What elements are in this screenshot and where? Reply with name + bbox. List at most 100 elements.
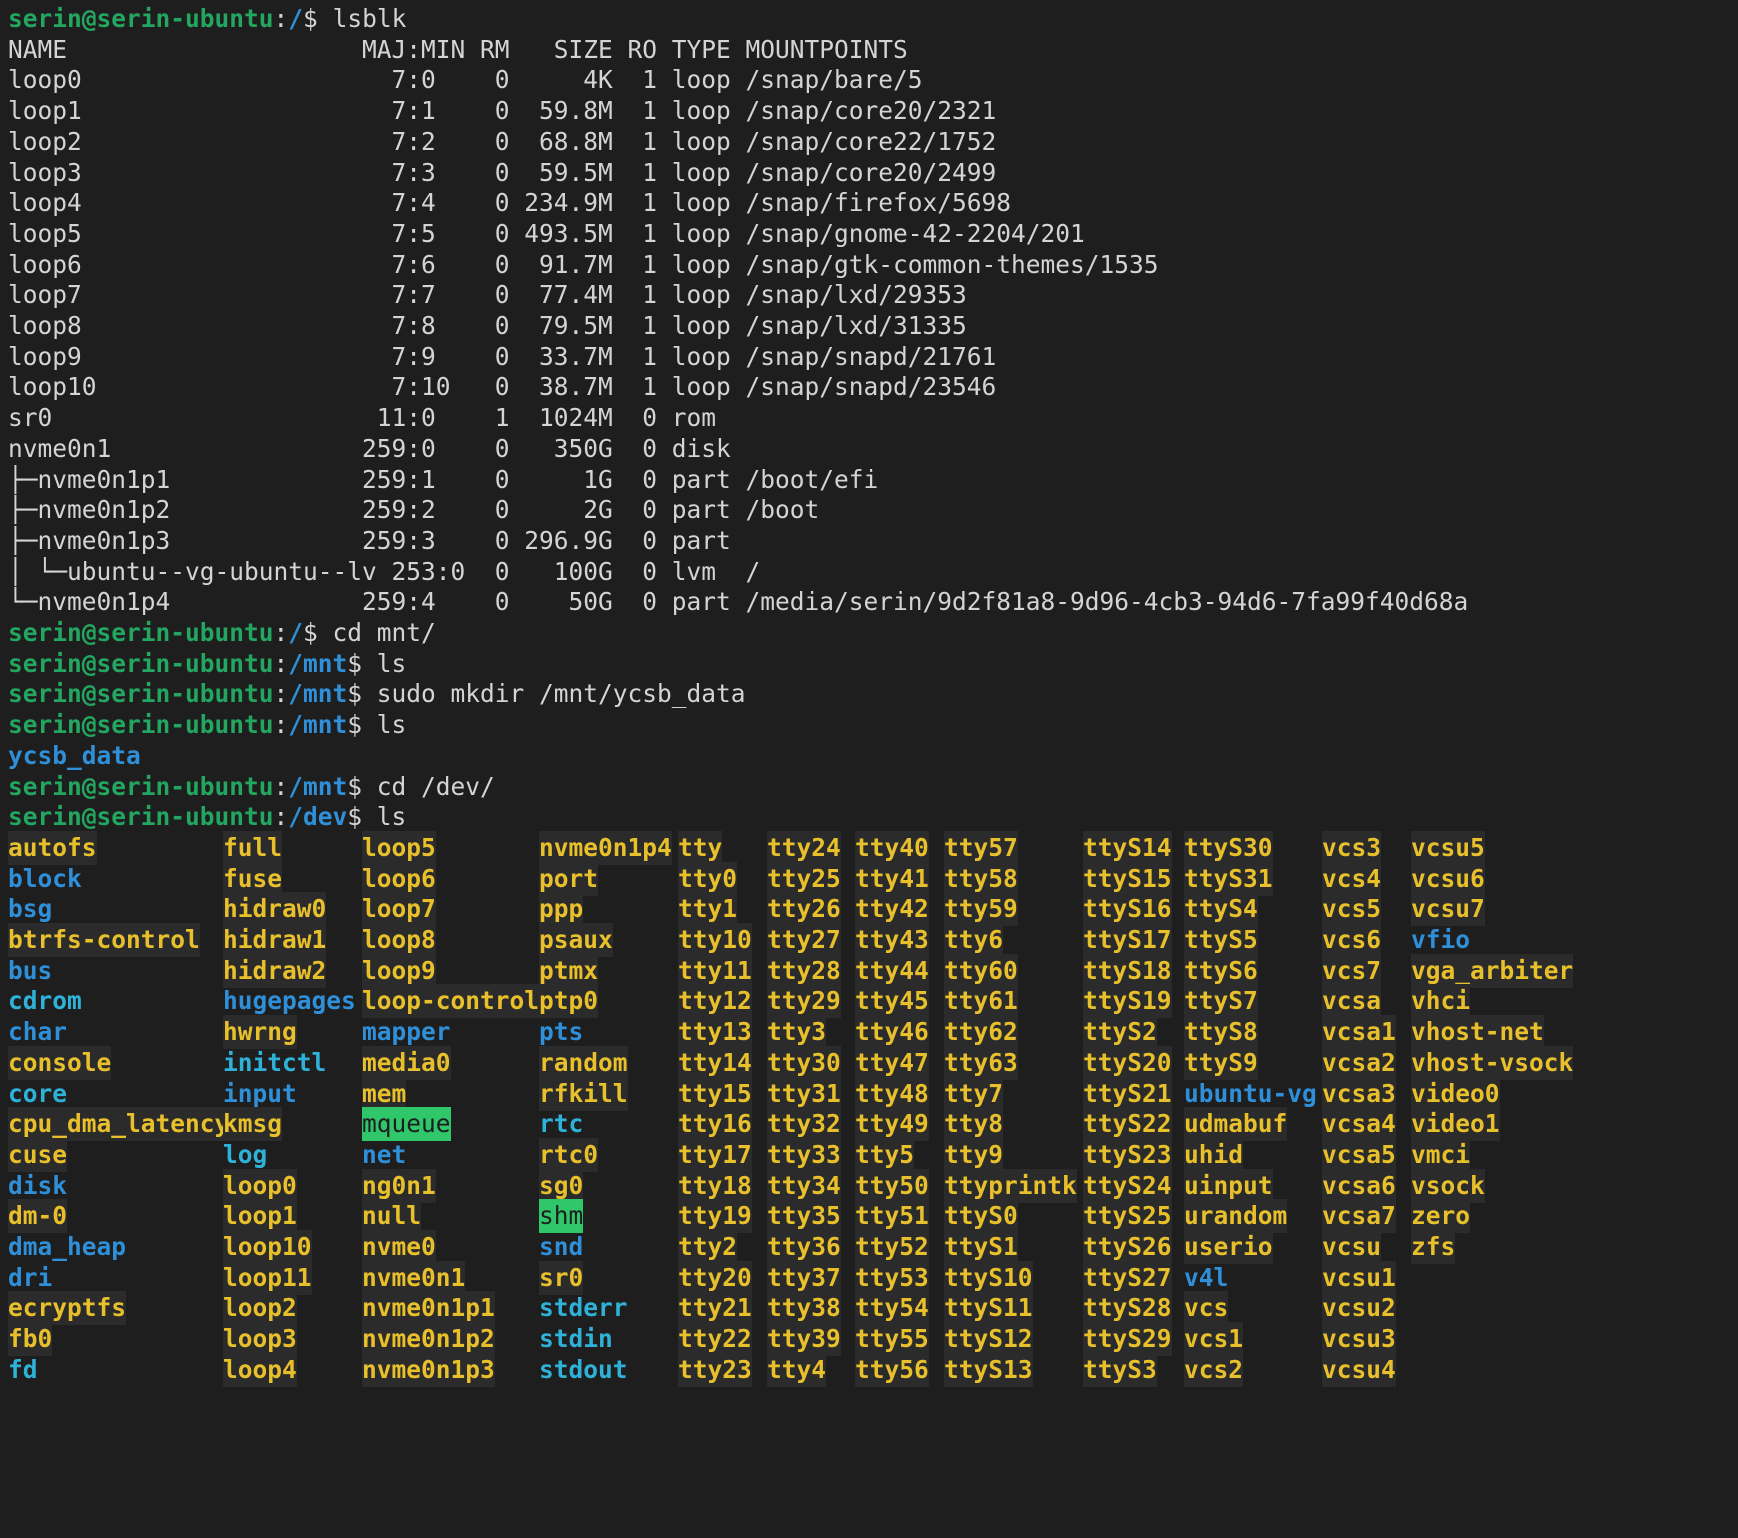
- dev-entry: tty47: [855, 1045, 929, 1080]
- prompt-user-host: serin@serin-ubuntu: [8, 710, 274, 740]
- dev-entry: tty42: [855, 892, 929, 927]
- dev-entry: tty21: [678, 1291, 752, 1326]
- dev-entry: shm: [539, 1199, 584, 1234]
- dev-entry: nvme0n1: [362, 1260, 466, 1295]
- dev-entry: ttyS29: [1083, 1322, 1172, 1357]
- dev-entry: vcsa7: [1322, 1199, 1396, 1234]
- lsblk-row: loop2 7:2 0 68.8M 1 loop /snap/core22/17…: [8, 126, 997, 156]
- dev-entry: loop0: [223, 1168, 297, 1203]
- dev-entry: tty5: [855, 1137, 915, 1172]
- dev-entry: tty13: [678, 1015, 752, 1050]
- dev-entry: tty36: [767, 1230, 841, 1264]
- dev-entry: kmsg: [223, 1107, 283, 1142]
- prompt-user-host: serin@serin-ubuntu: [8, 802, 274, 832]
- dev-entry: tty32: [767, 1107, 841, 1142]
- dev-entry: vcsa5: [1322, 1137, 1396, 1172]
- dev-entry: ttyS14: [1083, 830, 1172, 865]
- dev-entry: ttyS1: [944, 1230, 1018, 1264]
- dev-entry: tty6: [944, 923, 1004, 957]
- dev-entry: tty34: [767, 1168, 841, 1203]
- dev-entry: loop1: [223, 1199, 297, 1234]
- dev-entry: vcsu6: [1411, 861, 1485, 896]
- dev-entry: tty18: [678, 1168, 752, 1203]
- dev-entry: hwrng: [223, 1015, 297, 1050]
- dev-entry: vcsa: [1322, 984, 1382, 1019]
- dev-entry: ttyS17: [1083, 923, 1172, 957]
- terminal-window[interactable]: serin@serin-ubuntu:/$ lsblk NAME MAJ:MIN…: [0, 0, 1738, 1538]
- prompt-user-host: serin@serin-ubuntu: [8, 679, 274, 709]
- dev-entry: vcsa2: [1322, 1045, 1396, 1080]
- prompt-path: /mnt: [288, 771, 348, 801]
- dev-entry: disk: [8, 1170, 68, 1200]
- prompt-path: /: [288, 618, 304, 647]
- lsblk-row: sr0 11:0 1 1024M 0 rom: [8, 403, 717, 433]
- dev-entry: zfs: [1411, 1230, 1456, 1264]
- lsblk-row: loop3 7:3 0 59.5M 1 loop /snap/core20/24…: [8, 157, 997, 187]
- dev-entry: pts: [539, 1017, 584, 1047]
- prompt-path: /mnt: [288, 710, 348, 740]
- dev-entry: vmci: [1411, 1137, 1471, 1172]
- dev-entry: fuse: [223, 861, 283, 896]
- lsblk-row: loop1 7:1 0 59.8M 1 loop /snap/core20/23…: [8, 96, 997, 126]
- lsblk-header: NAME MAJ:MIN RM SIZE RO TYPE MOUNTPOINTS: [8, 35, 908, 64]
- dev-entry: vcsu: [1322, 1230, 1382, 1264]
- dev-entry: vfio: [1411, 925, 1471, 954]
- dev-entry: mapper: [362, 1017, 451, 1047]
- dev-entry: log: [223, 1139, 268, 1169]
- dev-entry: loop11: [223, 1260, 312, 1295]
- command-text: $ ls: [347, 802, 407, 832]
- dev-entry: ttyS28: [1083, 1291, 1172, 1326]
- dev-entry: ttyS21: [1083, 1076, 1172, 1111]
- dev-entry: cdrom: [8, 986, 82, 1016]
- dev-entry: bsg: [8, 894, 53, 924]
- dev-entry: tty16: [678, 1107, 752, 1142]
- lsblk-row: ├─nvme0n1p2 259:2 0 2G 0 part /boot: [8, 495, 820, 525]
- lsblk-row: └─nvme0n1p4 259:4 0 50G 0 part /media/se…: [8, 587, 1469, 617]
- lsblk-row: loop7 7:7 0 77.4M 1 loop /snap/lxd/29353: [8, 280, 967, 310]
- dev-entry: tty38: [767, 1291, 841, 1326]
- dev-entry: ttyS10: [944, 1260, 1033, 1295]
- dev-entry: rtc: [539, 1109, 584, 1139]
- dev-entry: tty50: [855, 1168, 929, 1203]
- dev-entry: loop6: [362, 861, 436, 896]
- dev-entry: dm-0: [8, 1199, 68, 1234]
- dev-entry: ptp0: [539, 984, 599, 1019]
- dev-entry: ttyS9: [1184, 1045, 1258, 1080]
- lsblk-row: loop8 7:8 0 79.5M 1 loop /snap/lxd/31335: [8, 311, 967, 340]
- dev-entry: tty7: [944, 1076, 1004, 1111]
- dev-entry: tty45: [855, 984, 929, 1019]
- dev-entry: tty8: [944, 1107, 1004, 1142]
- dev-entry: loop3: [223, 1322, 297, 1357]
- lsblk-row: ├─nvme0n1p1 259:1 0 1G 0 part /boot/efi: [8, 464, 879, 494]
- dev-entry: dma_heap: [8, 1232, 127, 1261]
- dev-entry: vcs: [1184, 1291, 1229, 1326]
- dev-entry: rtc0: [539, 1137, 599, 1172]
- dev-entry: autofs: [8, 830, 97, 865]
- dev-entry: ttyS18: [1083, 953, 1172, 988]
- dev-entry: tty59: [944, 892, 1018, 927]
- dev-entry: tty51: [855, 1199, 929, 1234]
- dev-entry: nvme0n1p3: [362, 1352, 495, 1387]
- dev-entry: tty52: [855, 1230, 929, 1264]
- dev-entry: vhost-net: [1411, 1015, 1544, 1050]
- prompt-path: /mnt: [288, 679, 348, 709]
- dev-entry: ttyS0: [944, 1199, 1018, 1234]
- dev-entry: tty58: [944, 861, 1018, 896]
- dev-entry: tty15: [678, 1076, 752, 1111]
- dev-entry: tty11: [678, 953, 752, 988]
- dev-entry: vcsa4: [1322, 1107, 1396, 1142]
- dev-entry: ttyS15: [1083, 861, 1172, 896]
- dev-entry: vcsa6: [1322, 1168, 1396, 1203]
- dev-entry: tty43: [855, 923, 929, 957]
- dev-entry: vcsu4: [1322, 1352, 1396, 1387]
- dev-entry: vcsa3: [1322, 1076, 1396, 1111]
- command-text: $ sudo mkdir /mnt/ycsb_data: [347, 679, 746, 709]
- dev-entry: vga_arbiter: [1411, 953, 1574, 988]
- dev-entry: loop10: [223, 1230, 312, 1264]
- prompt-line: serin@serin-ubuntu:/mnt$ ls: [8, 710, 407, 740]
- dev-entry: ptmx: [539, 953, 599, 988]
- dev-entry: vcs6: [1322, 923, 1382, 957]
- ls-output-item: ycsb_data: [8, 740, 141, 770]
- prompt-line: serin@serin-ubuntu:/mnt$ sudo mkdir /mnt…: [8, 679, 746, 709]
- dev-entry: loop5: [362, 830, 436, 865]
